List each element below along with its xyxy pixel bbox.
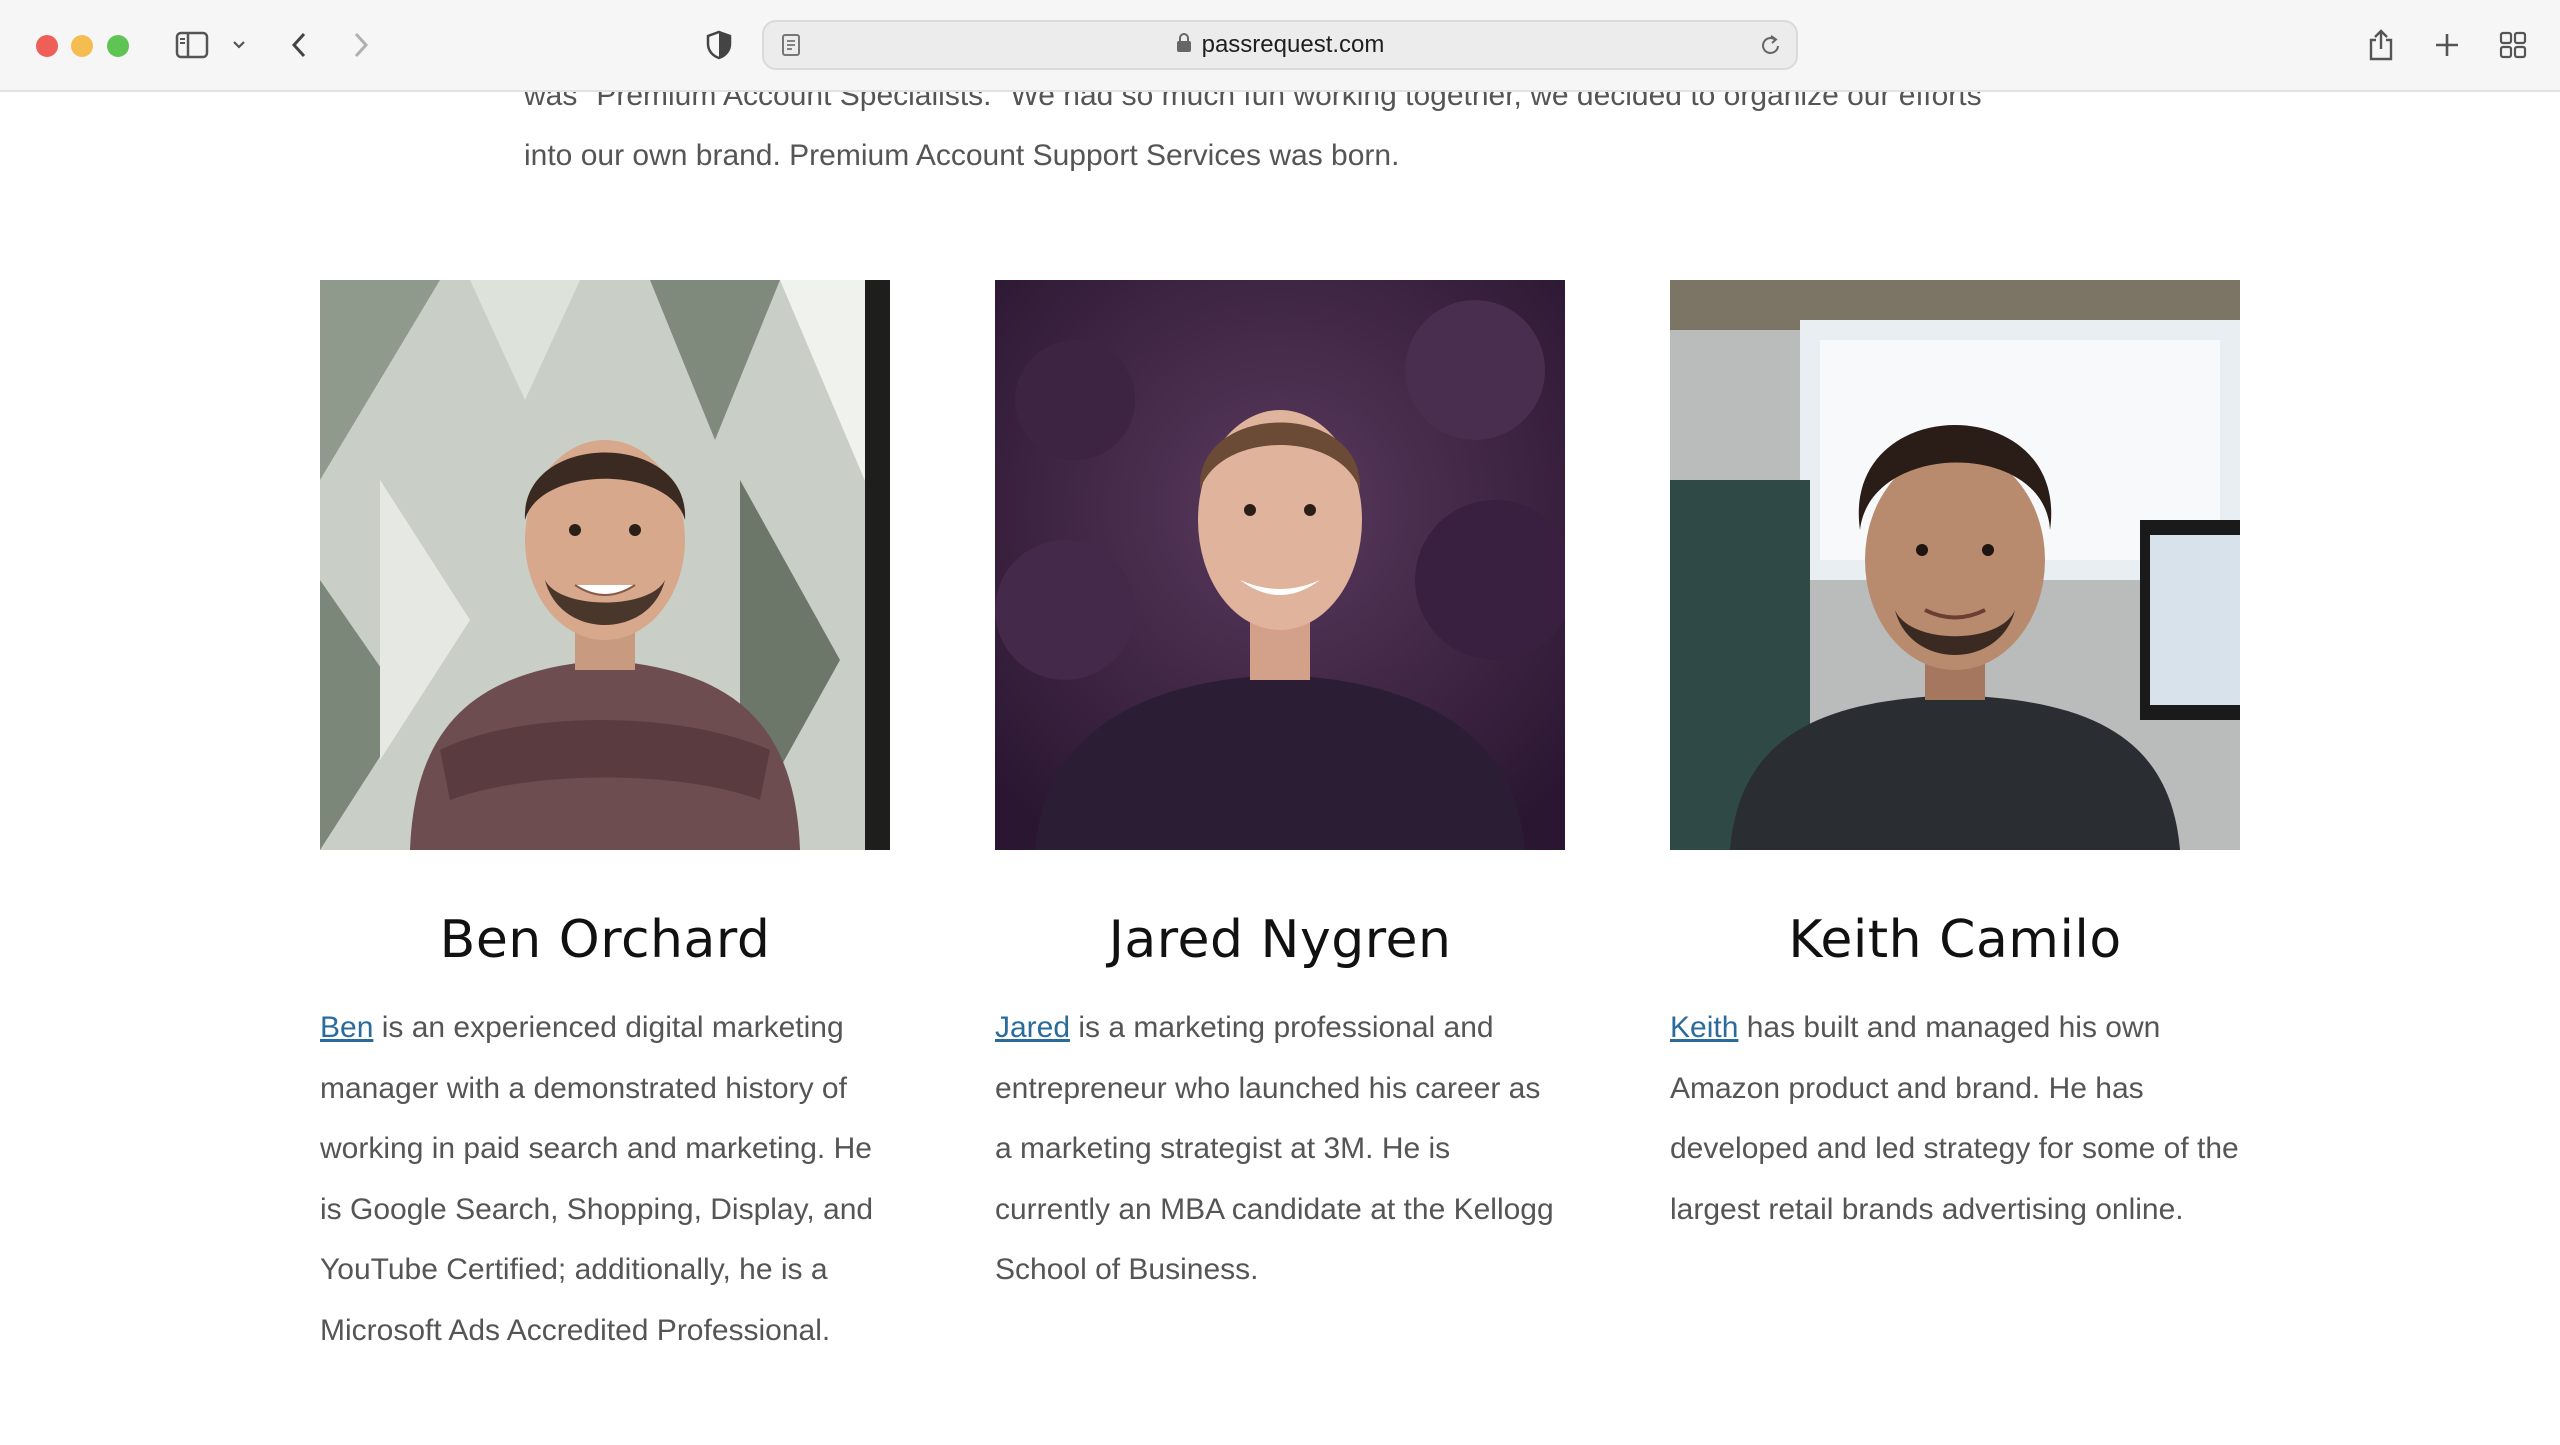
team-card-ben: Ben Orchard Ben is an experienced digita… xyxy=(320,280,890,1361)
forward-icon[interactable] xyxy=(346,22,376,68)
ben-photo xyxy=(320,280,890,850)
member-name: Keith Camilo xyxy=(1788,910,2122,970)
intro-text-partial: was "Premium Account Specialists." We ha… xyxy=(524,92,1982,112)
minimize-window-button[interactable] xyxy=(71,35,93,57)
sidebar-icon[interactable] xyxy=(170,22,214,68)
ben-profile-link[interactable]: Ben xyxy=(320,1011,373,1044)
member-bio: Keith has built and managed his own Amaz… xyxy=(1670,998,2240,1240)
member-bio: Ben is an experienced digital marketing … xyxy=(320,998,890,1361)
close-window-button[interactable] xyxy=(36,35,58,57)
jared-photo xyxy=(995,280,1565,850)
reload-icon[interactable] xyxy=(1756,22,1786,68)
zoom-window-button[interactable] xyxy=(107,35,129,57)
intro-text: into our own brand. Premium Account Supp… xyxy=(524,139,1400,172)
member-name: Ben Orchard xyxy=(439,910,771,970)
share-icon[interactable] xyxy=(2364,22,2398,68)
member-name: Jared Nygren xyxy=(1108,910,1452,970)
bio-text: is an experienced digital marketing mana… xyxy=(320,1011,874,1347)
page-content: was "Premium Account Specialists." We ha… xyxy=(0,92,2560,1445)
lock-icon xyxy=(1176,23,1192,69)
chevron-down-icon[interactable] xyxy=(228,22,250,68)
tab-overview-icon[interactable] xyxy=(2496,22,2530,68)
bio-text: is a marketing professional and entrepre… xyxy=(995,1011,1554,1286)
keith-photo xyxy=(1670,280,2240,850)
new-tab-icon[interactable] xyxy=(2430,22,2464,68)
privacy-shield-icon[interactable] xyxy=(704,22,734,68)
jared-profile-link[interactable]: Jared xyxy=(995,1011,1070,1044)
bio-text: has built and managed his own Amazon pro… xyxy=(1670,1011,2239,1226)
url-text: passrequest.com xyxy=(1201,31,1385,58)
team-card-jared: Jared Nygren Jared is a marketing profes… xyxy=(995,280,1565,1301)
browser-toolbar: passrequest.com xyxy=(0,0,2560,92)
team-card-keith: Keith Camilo Keith has built and managed… xyxy=(1670,280,2240,1240)
address-bar[interactable]: passrequest.com xyxy=(762,20,1798,70)
back-icon[interactable] xyxy=(284,22,314,68)
keith-profile-link[interactable]: Keith xyxy=(1670,1011,1738,1044)
member-bio: Jared is a marketing professional and en… xyxy=(995,998,1565,1301)
